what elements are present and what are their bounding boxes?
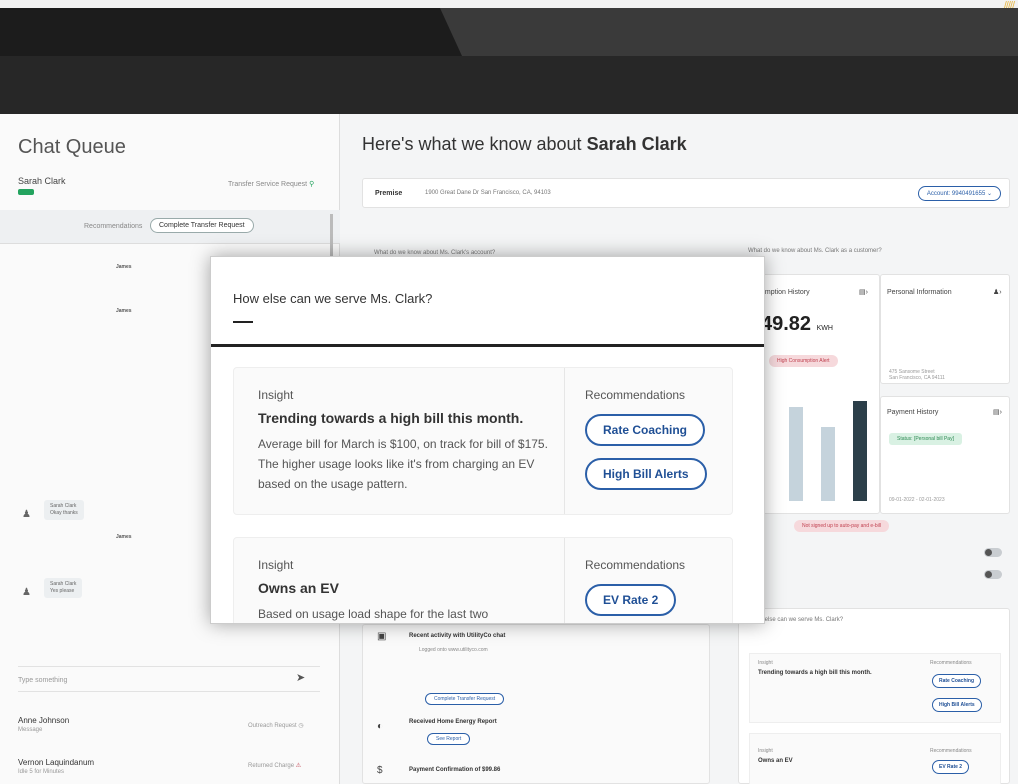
insight-content: Insight Trending towards a high bill thi…: [234, 368, 564, 514]
premise-label: Premise: [375, 190, 403, 197]
consumption-bar: [853, 401, 867, 501]
clock-icon: ◷: [298, 723, 304, 729]
insight-body: Average bill for March is $100, on track…: [258, 437, 548, 491]
person-icon: ♟: [22, 587, 31, 598]
high-bill-alerts-button[interactable]: High Bill Alerts: [585, 458, 707, 490]
modal-header: How else can we serve Ms. Clark?: [211, 257, 764, 347]
chat-icon: ▣: [377, 631, 387, 642]
consumption-bars: [781, 391, 871, 501]
dollar-icon: $: [377, 765, 383, 776]
enrollment-pill: Not signed up to auto-pay and e-bill: [794, 520, 889, 532]
header-slant: [440, 8, 1018, 56]
activity-list: ▣ Recent activity with UtilityCo chat Lo…: [362, 624, 710, 784]
activity-title: Received Home Energy Report: [409, 719, 497, 725]
account-select[interactable]: Account: 9940491655 ⌄: [917, 186, 1001, 201]
section-customer-label: What do we know about Ms. Clark as a cus…: [748, 248, 882, 254]
consumption-title: umption History: [761, 289, 810, 296]
mini-rec-label: Recommendations: [930, 748, 972, 754]
mini-insight-label: Insight: [758, 660, 773, 666]
consumption-bar: [821, 427, 835, 501]
transfer-service-link[interactable]: Transfer Service Request ⚲: [228, 180, 314, 188]
subheader-bar: [0, 56, 1018, 114]
page-title: Here's what we know about Sarah Clark: [362, 134, 687, 154]
tab-complete-transfer[interactable]: Complete Transfer Request: [150, 218, 254, 233]
chat-queue-title: Chat Queue: [18, 136, 126, 158]
rate-coaching-button[interactable]: Rate Coaching: [585, 414, 706, 446]
high-bill-alerts-button[interactable]: High Bill Alerts: [932, 698, 982, 712]
queue-item[interactable]: Anne Johnson Message: [18, 716, 69, 733]
chat-message: James: [116, 534, 132, 540]
document-icon[interactable]: ▤›: [993, 408, 1002, 416]
see-report-button[interactable]: See Report: [427, 733, 471, 745]
personal-address: 475 Sansome Street San Francisco, CA 9411…: [889, 369, 945, 381]
chat-message: James: [116, 264, 132, 270]
payment-history-title: Payment History: [887, 409, 939, 416]
mini-rec-label: Recommendations: [930, 660, 972, 666]
premise-bar: Premise 1900 Great Dane Dr San Francisco…: [362, 178, 1010, 208]
serve-customer-modal: How else can we serve Ms. Clark? Insight…: [210, 256, 765, 624]
mini-insight-headline: Owns an EV: [758, 758, 793, 764]
ev-rate-button[interactable]: EV Rate 2: [932, 760, 970, 774]
payment-history-card: Payment History ▤› Status: [Personal bil…: [880, 396, 1010, 514]
activity-sub: Logged onto www.utilityco.com: [419, 647, 488, 653]
insight-card: Insight Trending towards a high bill thi…: [233, 367, 733, 515]
personal-info-title: Personal Information: [887, 289, 952, 296]
mini-insight-label: Insight: [758, 748, 773, 754]
recommendations-label: Recommendations: [585, 558, 686, 572]
payment-status-pill: Status: [Personal bill Pay]: [889, 433, 962, 445]
personal-info-card: Personal Information ♟› 475 Sansome Stre…: [880, 274, 1010, 384]
insight-headline: Trending towards a high bill this month.: [258, 410, 524, 426]
chart-icon[interactable]: ▤›: [859, 288, 868, 296]
activity-title: Recent activity with UtilityCo chat: [409, 633, 506, 639]
ev-rate-button[interactable]: EV Rate 2: [585, 584, 677, 616]
person-icon[interactable]: ♟›: [993, 288, 1002, 296]
insight-body: Based on usage load shape for the last t…: [258, 607, 489, 621]
payment-period: 09-01-2022 - 02-01-2023: [889, 497, 945, 503]
mini-insight-card: Insight Trending towards a high bill thi…: [749, 653, 1001, 723]
ebill-toggle[interactable]: [984, 570, 1002, 579]
modal-divider: [233, 321, 253, 323]
recommendations-column: Recommendations Rate Coaching High Bill …: [564, 368, 734, 514]
send-icon[interactable]: ➤: [296, 671, 305, 684]
status-badge: [18, 189, 34, 195]
rate-coaching-button[interactable]: Rate Coaching: [932, 674, 982, 688]
insight-content: Insight Owns an EV Based on usage load s…: [234, 538, 564, 623]
insight-label: Insight: [258, 558, 294, 572]
insight-headline: Owns an EV: [258, 580, 339, 596]
search-icon: ⚲: [309, 181, 315, 188]
complete-transfer-button[interactable]: Complete Transfer Request: [425, 693, 505, 705]
mini-insight-card: Insight Owns an EV Recommendations EV Ra…: [749, 733, 1001, 784]
chevron-down-icon: ⌄: [986, 191, 992, 197]
autopay-toggle[interactable]: [984, 548, 1002, 557]
mini-insights-panel: How else can we serve Ms. Clark? Insight…: [738, 608, 1010, 784]
tab-recommendations[interactable]: Recommendations: [84, 223, 142, 230]
person-icon: ♟: [22, 509, 31, 520]
warning-icon: ⚠: [295, 763, 302, 769]
chat-message: James: [116, 308, 132, 314]
header-bar: [0, 8, 1018, 56]
queue-item-status: Returned Charge ⚠: [248, 763, 302, 769]
consumption-alert-pill: High Consumption Alert: [769, 355, 838, 367]
insight-label: Insight: [258, 388, 294, 402]
consumption-bar: [789, 407, 803, 501]
chat-tabs: Recommendations Complete Transfer Reques…: [0, 210, 340, 244]
recommendations-column: Recommendations EV Rate 2: [564, 538, 734, 623]
queue-item-status: Outreach Request ◷: [248, 723, 304, 729]
queue-item[interactable]: Vernon Laquindanum Idle 5 for Minutes: [18, 758, 94, 775]
mini-insight-headline: Trending towards a high bill this month.: [758, 670, 872, 676]
chat-reply: Sarah Clark Yes please: [44, 578, 83, 598]
chat-reply: Sarah Clark Okay thanks: [44, 500, 84, 520]
premise-address: 1900 Great Dane Dr San Francisco, CA, 94…: [425, 190, 551, 196]
insight-card: Insight Owns an EV Based on usage load s…: [233, 537, 734, 623]
gauge-icon: ◐: [377, 721, 384, 732]
recommendations-label: Recommendations: [585, 388, 686, 402]
modal-title: How else can we serve Ms. Clark?: [233, 291, 433, 306]
consumption-value: 49.82 KWH: [761, 313, 833, 335]
activity-title: Payment Confirmation of $99.86: [409, 767, 501, 773]
chat-input[interactable]: Type something: [18, 666, 320, 692]
current-chat-user[interactable]: Sarah Clark: [18, 176, 66, 186]
